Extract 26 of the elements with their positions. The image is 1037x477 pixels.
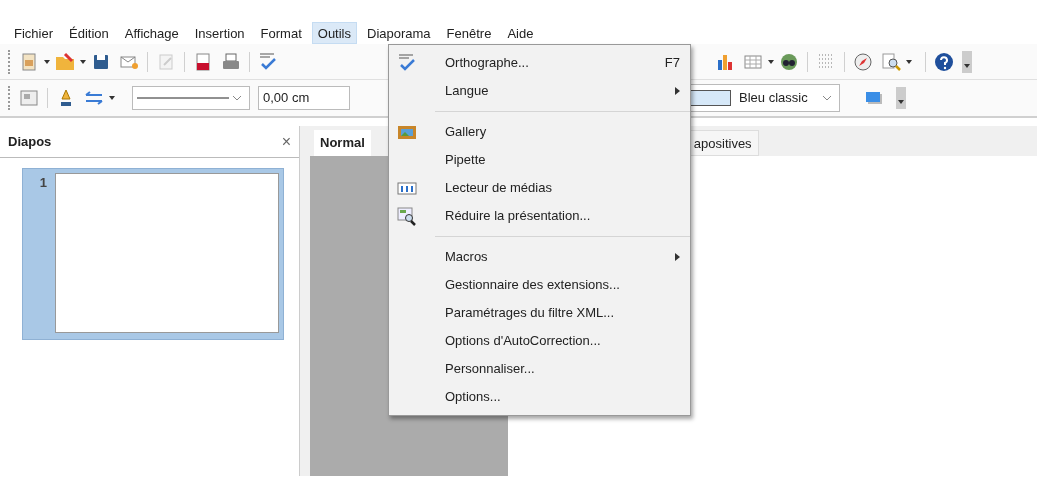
- menu-bar-item[interactable]: Diaporama: [361, 22, 437, 44]
- menu-item[interactable]: Personnaliser...: [389, 355, 690, 383]
- menu-item[interactable]: Paramétrages du filtre XML...: [389, 299, 690, 327]
- menu-item[interactable]: Orthographe... F7: [389, 49, 690, 77]
- menu-bar-item[interactable]: Format: [254, 22, 308, 44]
- fill-color-value: Bleu classic: [739, 89, 808, 108]
- menu-bar-item[interactable]: Fichier: [8, 22, 59, 44]
- menu-item[interactable]: Options d'AutoCorrection...: [389, 327, 690, 355]
- menu-bar-item[interactable]: Affichage: [118, 22, 185, 44]
- slide-number: 1: [38, 174, 48, 192]
- line-width-value: 0,00 cm: [263, 89, 310, 108]
- menu-bar-item[interactable]: Outils: [311, 22, 357, 44]
- view-tab[interactable]: Normal: [314, 130, 371, 156]
- slide-thumbnail-item[interactable]: 1: [22, 168, 284, 340]
- menu-item[interactable]: Gestionnaire des extensions...: [389, 271, 690, 299]
- menu-bar-item[interactable]: Aide: [501, 22, 540, 44]
- menu-item[interactable]: Réduire la présentation...: [389, 202, 690, 230]
- menu-bar-item[interactable]: Fenêtre: [440, 22, 498, 44]
- menu-item[interactable]: Lecteur de médias: [389, 174, 690, 202]
- menu-item[interactable]: Macros: [389, 243, 690, 271]
- panel-title: Diapos: [8, 132, 52, 151]
- menu-bar-item[interactable]: Insertion: [188, 22, 251, 44]
- menu-item[interactable]: Options...: [389, 383, 690, 411]
- close-button[interactable]: ×: [281, 129, 291, 154]
- line-width-spinbox[interactable]: 0,00 cm: [258, 86, 350, 110]
- menu-bar-item[interactable]: Édition: [63, 22, 115, 44]
